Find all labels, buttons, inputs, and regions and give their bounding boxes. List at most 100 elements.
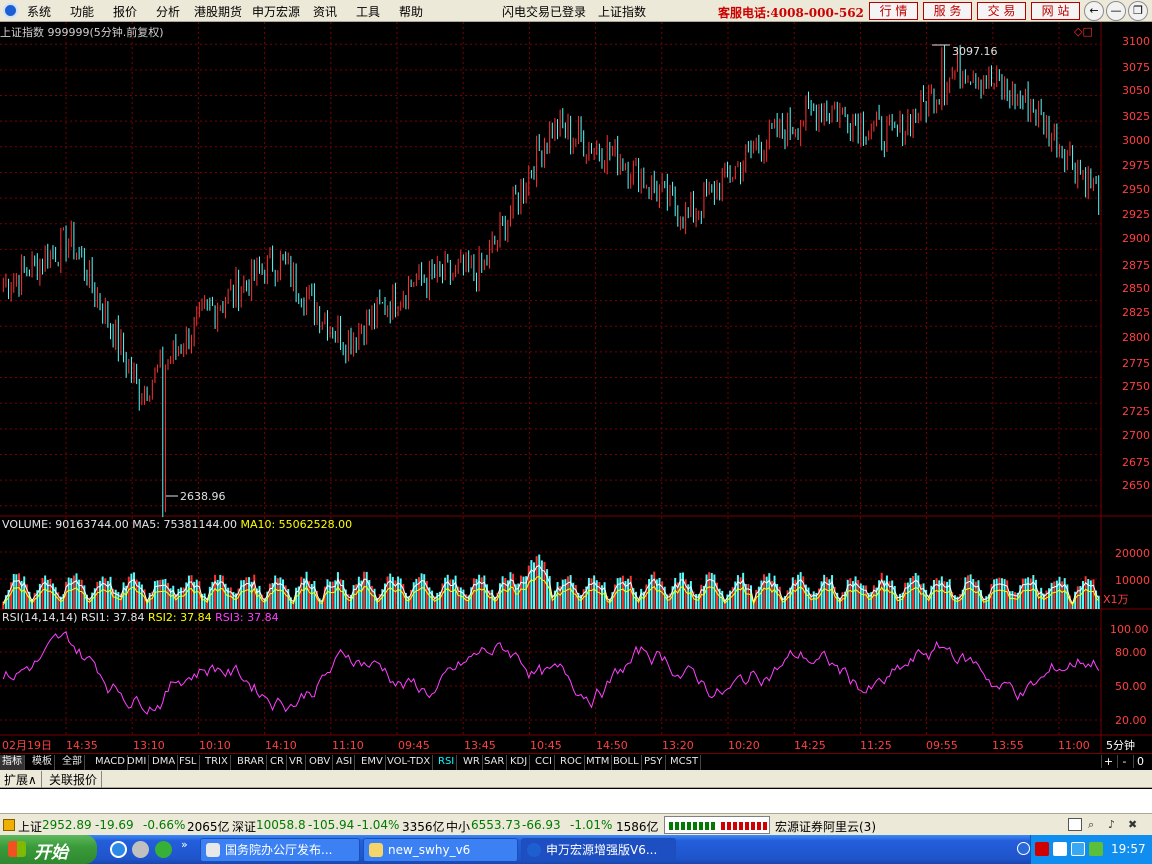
price-tick: 2800 [1122, 331, 1150, 344]
time-tick: 13:10 [133, 739, 165, 752]
price-tick: 2750 [1122, 380, 1150, 393]
message-icon[interactable] [1068, 818, 1082, 831]
restore-icon[interactable]: ❐ [1128, 1, 1148, 21]
tab-indicator[interactable]: 指标 [0, 755, 25, 770]
status-bar: 上证 2952.89 -19.69 -0.66% 2065亿 深证 10058.… [0, 813, 1152, 835]
sz-index-pct: -1.04% [357, 818, 400, 832]
price-tick: 3100 [1122, 35, 1150, 48]
service-button[interactable]: 服 务 [923, 2, 972, 20]
app-logo-icon[interactable] [3, 3, 18, 18]
menu-swhy[interactable]: 申万宏源 [252, 3, 300, 20]
shield-icon[interactable] [1071, 842, 1085, 856]
tab-obv[interactable]: OBV [307, 755, 334, 770]
tab-all[interactable]: 全部 [60, 755, 85, 770]
price-chart[interactable]: 3097.16 2638.96 3100 3075 3050 3025 3000… [0, 22, 1152, 753]
ie-icon[interactable] [110, 841, 127, 858]
tab-emv[interactable]: EMV [359, 755, 386, 770]
menu-hk-futures[interactable]: 港股期货 [194, 3, 242, 20]
media-icon[interactable] [132, 841, 149, 858]
tab-cr[interactable]: CR [268, 755, 287, 770]
menu-news[interactable]: 资讯 [313, 3, 337, 20]
qq-icon[interactable] [1053, 842, 1067, 856]
menu-tools[interactable]: 工具 [356, 3, 380, 20]
tab-macd[interactable]: MACD [93, 755, 128, 770]
minimize-icon[interactable]: — [1106, 1, 1126, 21]
lock-icon[interactable] [3, 819, 15, 831]
price-tick: 2925 [1122, 208, 1150, 221]
sz-index-value: 10058.8 [256, 818, 306, 832]
add-indicator-button[interactable]: + [1101, 755, 1115, 768]
tab-vr[interactable]: VR [287, 755, 306, 770]
chart-panel[interactable]: 3097.16 2638.96 3100 3075 3050 3025 3000… [0, 22, 1152, 753]
flag-icon[interactable] [1035, 842, 1049, 856]
tab-fsl[interactable]: FSL [177, 755, 200, 770]
price-tick: 2825 [1122, 306, 1150, 319]
system-tray: 19:57 [1017, 835, 1152, 864]
sh-index-value: 2952.89 [42, 818, 92, 832]
expand-tab[interactable]: 扩展∧ [0, 771, 42, 788]
tab-dma[interactable]: DMA [150, 755, 179, 770]
security-icon[interactable] [1089, 842, 1103, 856]
tab-dmi[interactable]: DMI [125, 755, 150, 770]
broker-server[interactable]: 宏源证券阿里云(3) [775, 818, 876, 835]
tab-kdj[interactable]: KDJ [508, 755, 531, 770]
sz-index-amount: 3356亿 [402, 820, 445, 834]
tab-wr[interactable]: WR [461, 755, 483, 770]
rsi-tick: 20.00 [1115, 714, 1147, 727]
sz-index-change: -105.94 [308, 818, 355, 832]
tab-vol-tdx[interactable]: VOL-TDX [385, 755, 434, 770]
menu-analysis[interactable]: 分析 [156, 3, 180, 20]
tab-roc[interactable]: ROC [558, 755, 585, 770]
low-price-label: 2638.96 [180, 490, 226, 503]
tab-trix[interactable]: TRIX [203, 755, 231, 770]
menu-system[interactable]: 系统 [27, 3, 51, 20]
quotes-button[interactable]: 行 情 [869, 2, 918, 20]
tab-rsi[interactable]: RSI [436, 755, 458, 770]
remove-indicator-button[interactable]: - [1117, 755, 1131, 768]
volume-value: VOLUME: 90163744.00 [2, 518, 129, 531]
zx-index-name: 中小 [446, 820, 471, 834]
website-button[interactable]: 网 站 [1031, 2, 1080, 20]
tab-mtm[interactable]: MTM [584, 755, 613, 770]
signal-icon[interactable]: ⌕ [1088, 818, 1102, 831]
task-news[interactable]: 国务院办公厅发布... [200, 838, 360, 862]
tab-sar[interactable]: SAR [482, 755, 508, 770]
time-tick: 10:20 [728, 739, 760, 752]
sound-icon[interactable]: ♪ [1108, 818, 1122, 831]
rsi-line [2, 630, 1100, 715]
tab-boll[interactable]: BOLL [611, 755, 642, 770]
back-icon[interactable]: ← [1084, 1, 1104, 21]
volume-axis: 20000 10000 X1万 [1103, 547, 1150, 606]
menu-function[interactable]: 功能 [70, 3, 94, 20]
menu-help[interactable]: 帮助 [399, 3, 423, 20]
menu-quotes[interactable]: 报价 [113, 3, 137, 20]
rsi-name: RSI(14,14,14) [2, 611, 78, 624]
task-swhy-app[interactable]: 申万宏源增强版V6... [521, 838, 676, 862]
time-tick: 02月19日 [2, 739, 52, 752]
reset-indicator-button[interactable]: 0 [1133, 755, 1147, 768]
tray-toggle-icon[interactable] [1017, 842, 1030, 855]
related-quotes-tab[interactable]: 关联报价 [45, 771, 103, 788]
rsi-tick: 100.00 [1110, 623, 1149, 636]
price-tick: 2900 [1122, 232, 1150, 245]
chevron-icon[interactable]: » [181, 838, 188, 851]
period-label[interactable]: 5分钟 [1106, 738, 1135, 752]
menu-bar: 系统 功能 报价 分析 港股期货 申万宏源 资讯 工具 帮助 闪电交易已登录 上… [0, 0, 1152, 22]
time-tick: 09:55 [926, 739, 958, 752]
tab-mcst[interactable]: MCST [668, 755, 702, 770]
start-button[interactable]: 开始 [0, 835, 97, 864]
trade-button[interactable]: 交 易 [977, 2, 1026, 20]
tab-psy[interactable]: PSY [642, 755, 666, 770]
tab-template[interactable]: 模板 [30, 755, 55, 770]
time-tick: 14:10 [265, 739, 297, 752]
login-status: 闪电交易已登录 [502, 5, 587, 19]
tool-icon[interactable]: ✖ [1128, 818, 1142, 831]
tab-brar[interactable]: BRAR [235, 755, 268, 770]
tab-asi[interactable]: ASI [334, 755, 356, 770]
clock: 19:57 [1111, 842, 1146, 856]
task-folder[interactable]: new_swhy_v6 [363, 838, 518, 862]
windows-icon [8, 841, 26, 857]
browser-icon[interactable] [155, 841, 172, 858]
tab-cci[interactable]: CCI [533, 755, 555, 770]
chart-corner-icon[interactable]: ◇□ [1074, 25, 1093, 38]
